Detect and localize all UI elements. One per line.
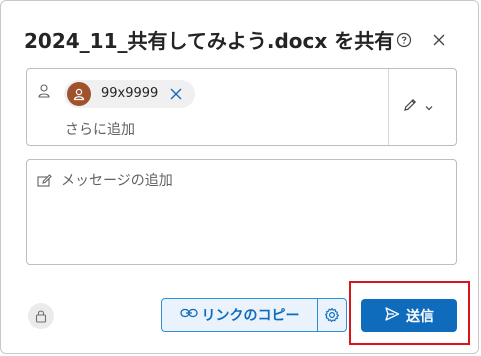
message-field[interactable]: メッセージの追加 [26,159,457,265]
permission-dropdown[interactable] [402,97,434,117]
divider [388,69,389,145]
lock-icon[interactable] [28,303,54,329]
chevron-down-icon [424,98,434,117]
add-more-label[interactable]: さらに追加 [65,119,135,139]
recipients-field[interactable]: 99x9999 さらに追加 [26,68,457,146]
edit-icon [37,173,53,192]
person-icon [38,83,50,102]
recipient-chip[interactable]: 99x9999 [64,80,195,108]
avatar [67,82,91,106]
gear-icon[interactable] [318,299,346,331]
recipient-name: 99x9999 [101,86,159,101]
message-placeholder: メッセージの追加 [61,173,173,189]
pencil-icon [402,97,418,117]
copy-link-button[interactable]: リンクのコピー [162,299,317,331]
copy-link-group: リンクのコピー [161,298,347,332]
remove-recipient-icon[interactable] [169,86,183,105]
copy-link-label: リンクのコピー [201,308,300,324]
link-icon [179,307,198,323]
close-icon[interactable] [431,32,447,48]
highlight-box [349,281,470,345]
dialog-title: 2024_11_共有してみよう.docx を共有 [24,29,395,53]
share-dialog: 2024_11_共有してみよう.docx を共有 99x9999 さらに追加 メ… [0,0,479,354]
help-icon[interactable] [396,32,412,48]
